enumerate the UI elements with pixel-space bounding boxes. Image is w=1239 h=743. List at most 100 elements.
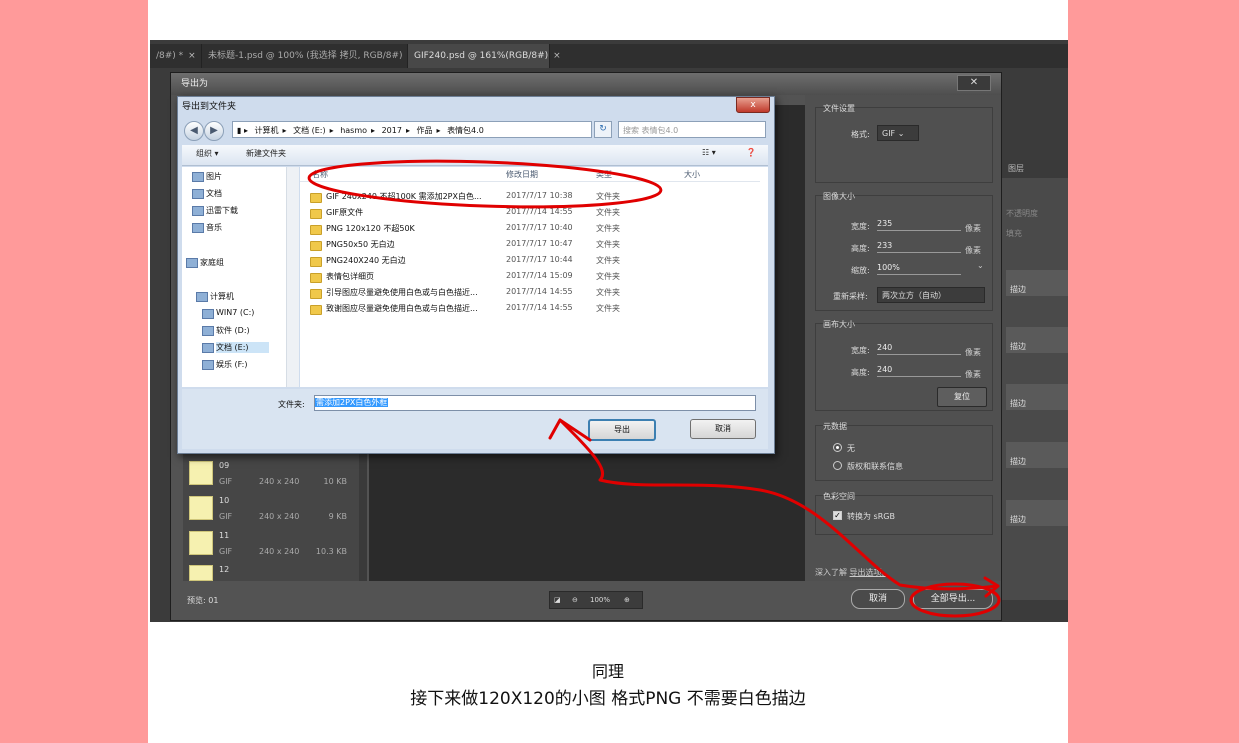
list-item[interactable]: PNG50x50 无白边 2017/7/17 10:47 文件夹: [310, 239, 750, 253]
zoom-in-icon[interactable]: ⊕: [624, 592, 630, 608]
nav-label: 计算机: [210, 292, 234, 301]
nav-item-downloads[interactable]: 迅雷下载: [192, 205, 238, 216]
breadcrumb-item[interactable]: hasmo: [340, 126, 367, 135]
homegroup-icon: [186, 258, 198, 268]
close-icon[interactable]: ×: [553, 51, 561, 61]
folder-icon: ▮ ▸: [237, 126, 248, 135]
list-item[interactable]: 10 GIF 240 x 240 9 KB: [183, 496, 353, 532]
list-item[interactable]: PNG240X240 无白边 2017/7/17 10:44 文件夹: [310, 255, 750, 269]
canvas-height-label: 高度:: [851, 368, 870, 377]
folder-name-value: 需添加2PX白色外框: [315, 398, 389, 407]
column-header-type[interactable]: 类型: [596, 169, 612, 180]
layer-row[interactable]: 描边: [1006, 384, 1068, 410]
list-item[interactable]: 12: [183, 565, 353, 581]
tab-untitled[interactable]: 未标题-1.psd @ 100% (我选择 拷贝, RGB/8#)×: [202, 44, 415, 68]
fill-label: 填充: [1006, 229, 1022, 238]
format-select[interactable]: GIF ⌄: [877, 125, 919, 141]
search-input[interactable]: 搜索 表情包4.0: [618, 121, 766, 138]
thumb-size: 10.3 KB: [315, 547, 347, 556]
chevron-right-icon: ▸: [371, 126, 376, 135]
panel-header[interactable]: 图层: [1002, 160, 1068, 178]
learn-more-link[interactable]: 导出选项。: [850, 568, 890, 577]
forward-icon[interactable]: ▶: [204, 121, 224, 141]
height-input[interactable]: 233: [877, 241, 961, 253]
metadata-copyright-radio[interactable]: [833, 461, 842, 470]
column-header-size[interactable]: 大小: [684, 169, 700, 180]
breadcrumb-item[interactable]: 作品: [417, 126, 433, 135]
close-icon[interactable]: ✕: [957, 75, 991, 91]
back-icon[interactable]: ◀: [184, 121, 204, 141]
dialog-bottom-bar: 预览: 01 ◪ ⊖ 100% ⊕ 取消 全部导出...: [183, 587, 993, 613]
nav-item-music[interactable]: 音乐: [192, 222, 222, 233]
nav-label: 迅雷下载: [206, 206, 238, 215]
file-name: GIF原文件: [326, 208, 364, 217]
folder-name-input[interactable]: 需添加2PX白色外框: [314, 395, 756, 411]
list-item[interactable]: 11 GIF 240 x 240 10.3 KB: [183, 531, 353, 567]
nav-item-drive-f[interactable]: 娱乐 (F:): [202, 359, 247, 370]
breadcrumb-item[interactable]: 计算机: [255, 126, 279, 135]
nav-item-drive-c[interactable]: WIN7 (C:): [202, 308, 254, 319]
export-button[interactable]: 导出: [588, 419, 656, 441]
canvas-height-unit: 像素: [965, 370, 981, 379]
breadcrumb-item[interactable]: 2017: [382, 126, 402, 135]
column-header-name[interactable]: 名称: [312, 169, 328, 180]
new-folder-button[interactable]: 新建文件夹: [246, 148, 286, 159]
organize-button[interactable]: 组织 ▾: [196, 148, 219, 159]
metadata-section: [815, 425, 993, 481]
thumbnail-scrollbar[interactable]: [359, 453, 367, 581]
layer-row[interactable]: 描边: [1006, 500, 1068, 526]
canvas-width-input[interactable]: 240: [877, 343, 961, 355]
canvas-height-input[interactable]: 240: [877, 365, 961, 377]
convert-srgb-checkbox[interactable]: ✓: [833, 511, 842, 520]
breadcrumb-item[interactable]: 文档 (E:): [293, 126, 326, 135]
canvas-width-unit: 像素: [965, 348, 981, 357]
metadata-none-radio[interactable]: [833, 443, 842, 452]
navigation-scrollbar[interactable]: [286, 167, 299, 387]
nav-item-drive-e[interactable]: 文档 (E:): [202, 342, 269, 353]
export-all-button[interactable]: 全部导出...: [913, 589, 993, 609]
column-header-date[interactable]: 修改日期: [506, 169, 538, 180]
fit-icon[interactable]: ◪: [554, 592, 561, 608]
resample-select[interactable]: 两次立方（自动）: [877, 287, 985, 303]
dialog-title: 导出为: [171, 73, 1001, 95]
section-title: 元数据: [823, 422, 847, 431]
list-item[interactable]: PNG 120x120 不超50K 2017/7/17 10:40 文件夹: [310, 223, 750, 237]
list-item[interactable]: GIF 240x240 不超100K 需添加2PX白色... 2017/7/17 …: [310, 191, 750, 205]
list-item[interactable]: 致谢图应尽量避免使用白色或与白色描近... 2017/7/14 14:55 文件夹: [310, 303, 750, 317]
folder-icon: [310, 193, 322, 203]
nav-item-computer[interactable]: 计算机: [196, 291, 234, 302]
help-icon[interactable]: ❓: [746, 148, 756, 157]
list-item[interactable]: 09 GIF 240 x 240 10 KB: [183, 461, 353, 497]
file-type: 文件夹: [596, 272, 620, 281]
chevron-down-icon[interactable]: ⌄: [977, 261, 984, 270]
tab-gif240[interactable]: GIF240.psd @ 161%(RGB/8#) ×: [408, 44, 561, 68]
nav-item-homegroup[interactable]: 家庭组: [186, 257, 224, 268]
list-item[interactable]: GIF原文件 2017/7/14 14:55 文件夹: [310, 207, 750, 221]
file-name: 表情包详细页: [326, 272, 374, 281]
zoom-out-icon[interactable]: ⊖: [572, 592, 578, 608]
cancel-button[interactable]: 取消: [690, 419, 756, 439]
height-label: 高度:: [851, 244, 870, 253]
refresh-icon[interactable]: ↻: [594, 121, 612, 138]
address-bar[interactable]: ▮ ▸ 计算机 ▸ 文档 (E:) ▸ hasmo ▸ 2017 ▸ 作品 ▸ 表情包4.…: [232, 121, 592, 138]
close-icon[interactable]: ×: [188, 51, 196, 61]
list-item[interactable]: 引导图应尽量避免使用白色或与白色描近... 2017/7/14 14:55 文件夹: [310, 287, 750, 301]
layer-row[interactable]: 描边: [1006, 442, 1068, 468]
layer-row[interactable]: 描边: [1006, 327, 1068, 353]
breadcrumb-item[interactable]: 表情包4.0: [447, 126, 484, 135]
file-type: 文件夹: [596, 304, 620, 313]
view-icon[interactable]: ☷ ▾: [702, 148, 716, 157]
cancel-button[interactable]: 取消: [851, 589, 905, 609]
tab-previous[interactable]: /8#) * ×: [150, 44, 202, 68]
layer-row[interactable]: 描边: [1006, 270, 1068, 296]
width-input[interactable]: 235: [877, 219, 961, 231]
nav-item-drive-d[interactable]: 软件 (D:): [202, 325, 250, 336]
nav-item-pictures[interactable]: 图片: [192, 171, 222, 182]
reset-button[interactable]: 复位: [937, 387, 987, 407]
export-folder-dialog: 导出到文件夹 x ◀ ▶ ▮ ▸ 计算机 ▸ 文档 (E:) ▸ hasmo ▸ 20…: [177, 96, 775, 454]
file-date: 2017/7/14 14:55: [506, 303, 573, 312]
scale-select[interactable]: 100%: [877, 263, 961, 275]
nav-item-documents[interactable]: 文档: [192, 188, 222, 199]
list-item[interactable]: 表情包详细页 2017/7/14 15:09 文件夹: [310, 271, 750, 285]
close-icon[interactable]: x: [736, 97, 770, 113]
